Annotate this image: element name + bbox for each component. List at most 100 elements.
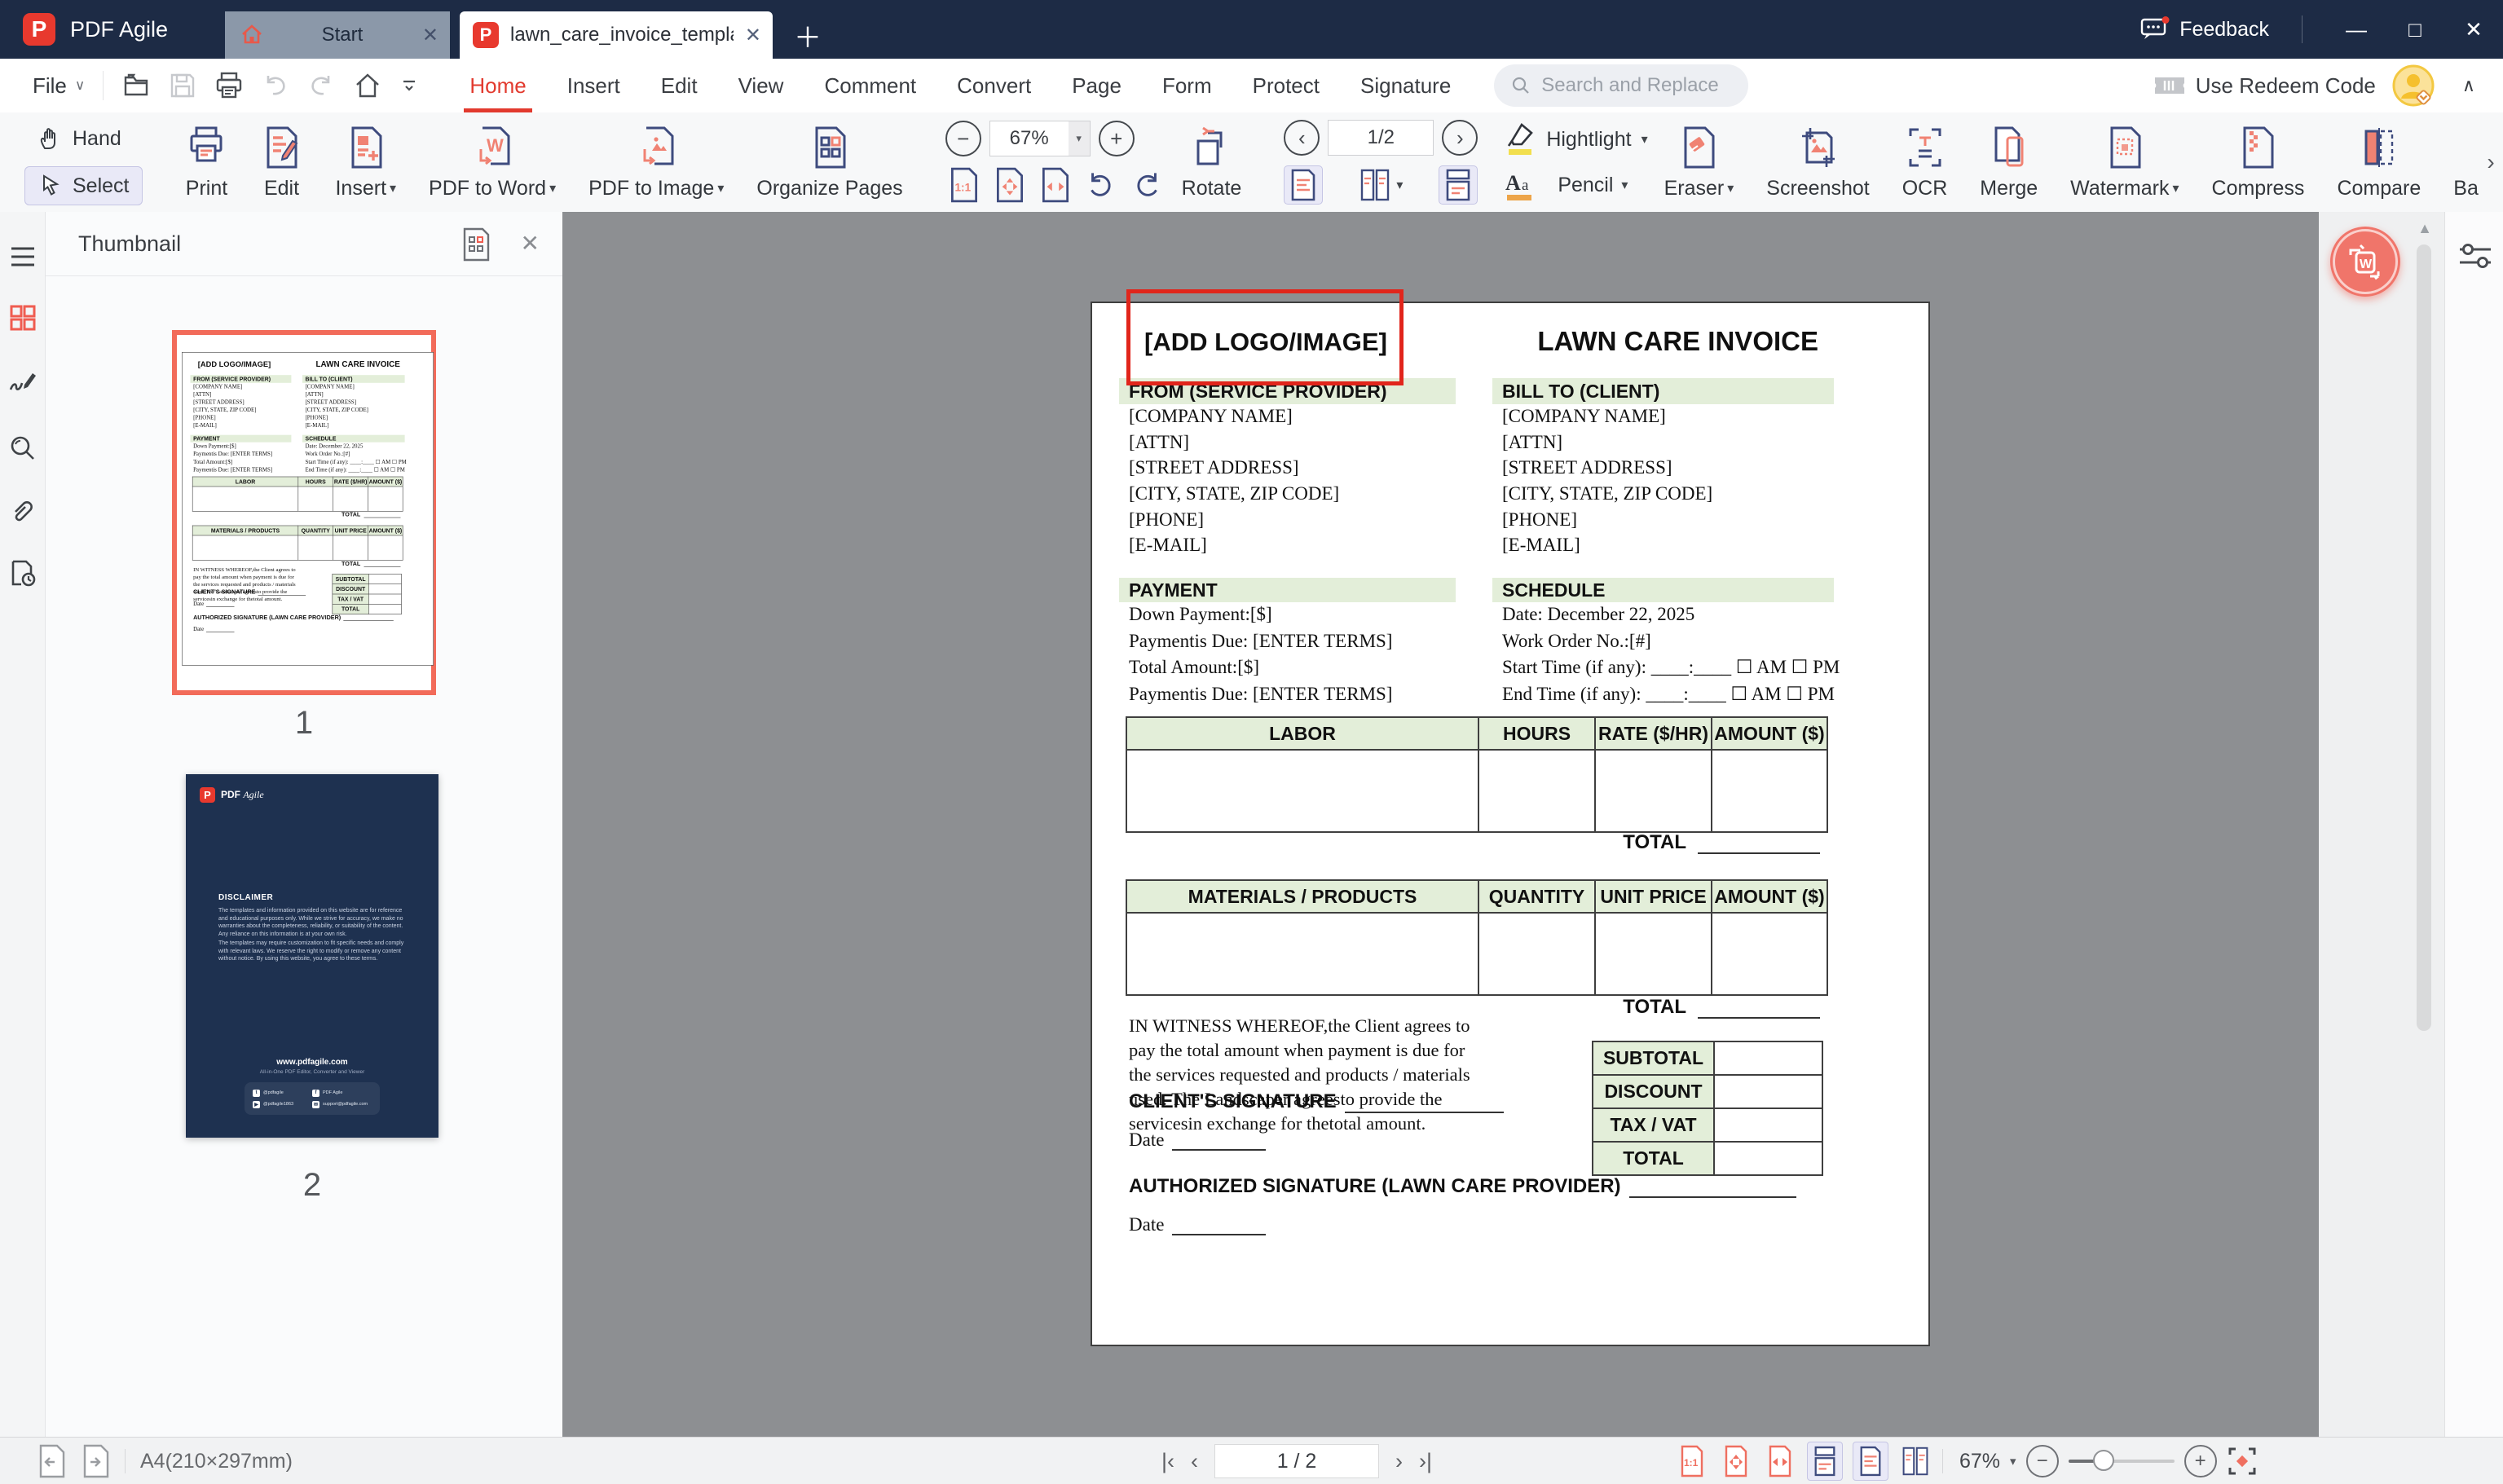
merge-button[interactable]: Merge	[1963, 112, 2054, 212]
logo-placeholder[interactable]: [ADD LOGO/IMAGE]	[198, 360, 271, 369]
scroll-view-button[interactable]	[1807, 1442, 1843, 1481]
select-tool-button[interactable]: Select	[24, 166, 143, 205]
zoom-out-button[interactable]: −	[2025, 1445, 2059, 1477]
previous-page-button[interactable]: ‹	[1191, 1449, 1198, 1474]
annotations-panel-icon[interactable]	[8, 368, 37, 398]
attachments-panel-icon[interactable]	[8, 497, 37, 526]
redeem-code-button[interactable]: Use Redeem Code	[2153, 73, 2376, 99]
page-indicator-input[interactable]	[1338, 126, 1424, 150]
zoom-in-button[interactable]: +	[2184, 1445, 2217, 1477]
scroll-view-button[interactable]	[1439, 165, 1478, 205]
pdf-to-image-button[interactable]: PDF to Image ▾	[572, 112, 740, 212]
menu-tab-insert[interactable]: Insert	[547, 59, 641, 112]
actual-size-button[interactable]: 1:1	[1675, 1442, 1709, 1480]
redo-icon[interactable]	[307, 72, 335, 99]
toolbar-overflow-button[interactable]: ›	[2479, 113, 2503, 211]
menu-tab-convert[interactable]: Convert	[936, 59, 1051, 112]
save-icon[interactable]	[169, 72, 196, 99]
previous-page-file-icon[interactable]	[37, 1444, 66, 1478]
previous-page-button[interactable]: ‹	[1284, 120, 1320, 156]
thumbnail-page-1[interactable]: [ADD LOGO/IMAGE] LAWN CARE INVOICE FROM …	[172, 330, 436, 695]
compare-button[interactable]: Compare	[2320, 112, 2437, 212]
undo-icon[interactable]	[262, 72, 289, 99]
fit-page-icon[interactable]	[991, 166, 1029, 204]
pencil-button[interactable]: Pencil ▾	[1558, 174, 1628, 197]
highlight-button[interactable]: Hightlight ▾	[1504, 121, 1648, 157]
open-file-icon[interactable]	[121, 71, 151, 100]
two-page-view-button[interactable]	[1898, 1442, 1932, 1480]
last-page-button[interactable]: ›|	[1419, 1449, 1432, 1474]
properties-sliders-icon[interactable]	[2457, 241, 2494, 271]
eraser-button[interactable]: Eraser ▾	[1648, 112, 1751, 212]
close-button[interactable]: ✕	[2444, 0, 2503, 59]
zoom-slider[interactable]	[2068, 1450, 2175, 1471]
red-rectangle-annotation[interactable]	[1126, 289, 1404, 385]
menu-tab-comment[interactable]: Comment	[804, 59, 936, 112]
zoom-percentage[interactable]: 67%	[1959, 1450, 2000, 1473]
first-page-button[interactable]: |‹	[1161, 1449, 1174, 1474]
menu-tab-view[interactable]: View	[718, 59, 804, 112]
zoom-dropdown-icon[interactable]: ▾	[1068, 121, 1090, 156]
home-screen-icon[interactable]	[353, 71, 382, 100]
feedback-button[interactable]: Feedback	[2140, 16, 2269, 42]
fullscreen-icon[interactable]	[2227, 1446, 2258, 1477]
rotate-right-icon[interactable]	[1128, 166, 1166, 204]
page-indicator-input[interactable]	[1230, 1448, 1364, 1474]
watermark-button[interactable]: Watermark ▾	[2054, 112, 2195, 212]
search-input[interactable]	[1540, 73, 1731, 98]
search-and-replace[interactable]	[1494, 64, 1749, 107]
tab-start[interactable]: Start ✕	[225, 11, 450, 59]
invoice-page[interactable]: [ADD LOGO/IMAGE] LAWN CARE INVOICE FROM …	[1091, 302, 1930, 1346]
invoice-page[interactable]: [ADD LOGO/IMAGE] LAWN CARE INVOICE FROM …	[182, 352, 434, 666]
fit-width-button[interactable]	[1763, 1442, 1797, 1480]
close-panel-icon[interactable]: ✕	[521, 230, 540, 257]
zoom-slider-knob[interactable]	[2092, 1450, 2114, 1471]
zoom-caret-icon[interactable]: ▾	[2010, 1454, 2016, 1469]
two-page-view-button[interactable]: ▾	[1351, 166, 1410, 204]
fit-page-button[interactable]	[1719, 1442, 1753, 1480]
font-style-icon[interactable]: Aa	[1504, 167, 1536, 203]
thumbnail-panel-icon[interactable]	[8, 303, 37, 332]
user-avatar[interactable]	[2392, 64, 2435, 107]
ocr-button[interactable]: OCR	[1886, 112, 1964, 212]
rotate-left-icon[interactable]	[1082, 166, 1120, 204]
fit-width-icon[interactable]	[1037, 166, 1074, 204]
insert-button[interactable]: Insert ▾	[319, 112, 412, 212]
history-panel-icon[interactable]	[8, 558, 37, 588]
zoom-level-input[interactable]	[989, 121, 1069, 156]
scroll-up-icon[interactable]: ▲	[2415, 220, 2435, 237]
next-page-file-icon[interactable]	[81, 1444, 110, 1478]
customize-toolbar-icon[interactable]	[400, 77, 418, 95]
screenshot-button[interactable]: Screenshot	[1750, 112, 1885, 212]
compress-button[interactable]: Compress	[2196, 112, 2321, 212]
file-menu-button[interactable]: File ∨	[33, 73, 85, 99]
menu-tab-signature[interactable]: Signature	[1340, 59, 1471, 112]
tab-start-close-icon[interactable]: ✕	[411, 24, 450, 47]
edit-button[interactable]: Edit	[244, 112, 319, 212]
quick-convert-to-word-button[interactable]: W	[2330, 227, 2400, 297]
zoom-out-button[interactable]: −	[945, 121, 981, 156]
collapse-toolbar-icon[interactable]: ∧	[2462, 75, 2475, 96]
thumbnail-page-2[interactable]: P PDF Agile DISCLAIMER The templates and…	[186, 774, 438, 1138]
menu-tab-home[interactable]: Home	[449, 59, 546, 112]
actual-size-icon[interactable]: 1:1	[945, 166, 983, 204]
menu-icon[interactable]	[8, 244, 37, 269]
single-page-view-button[interactable]	[1853, 1442, 1888, 1481]
single-page-view-button[interactable]	[1284, 165, 1324, 205]
document-viewport[interactable]: [ADD LOGO/IMAGE] LAWN CARE INVOICE FROM …	[562, 212, 2319, 1437]
minimize-button[interactable]: —	[2327, 0, 2386, 59]
vertical-scrollbar[interactable]	[2417, 244, 2431, 1031]
tab-document-close-icon[interactable]: ✕	[734, 24, 773, 47]
menu-tab-form[interactable]: Form	[1142, 59, 1232, 112]
page-indicator[interactable]	[1328, 120, 1434, 156]
rotate-button[interactable]: Rotate	[1166, 112, 1258, 212]
menu-tab-protect[interactable]: Protect	[1232, 59, 1340, 112]
zoom-level-control[interactable]: ▾	[989, 121, 1091, 156]
organize-pages-button[interactable]: Organize Pages	[740, 112, 919, 212]
hand-tool-button[interactable]: Hand	[24, 119, 143, 158]
next-page-button[interactable]: ›	[1395, 1449, 1403, 1474]
pdf-to-word-button[interactable]: W PDF to Word ▾	[412, 112, 572, 212]
zoom-in-button[interactable]: +	[1098, 121, 1135, 156]
menu-tab-page[interactable]: Page	[1051, 59, 1142, 112]
search-panel-icon[interactable]	[8, 434, 37, 463]
